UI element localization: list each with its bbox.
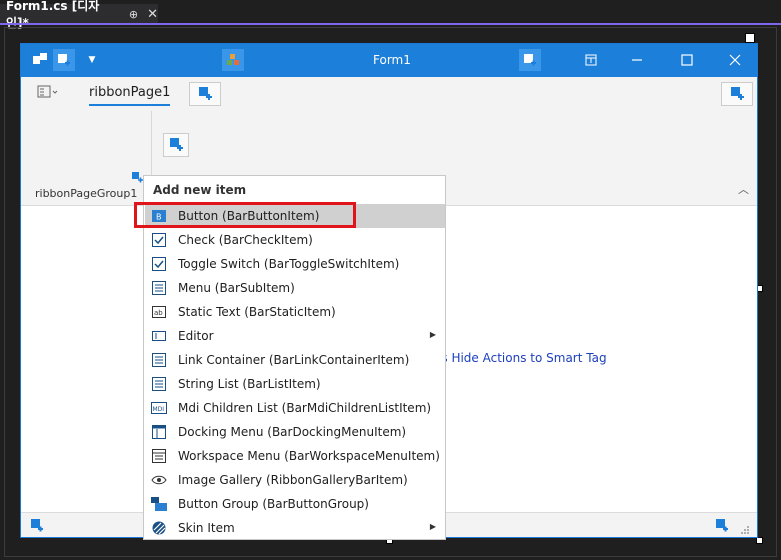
minimize-icon[interactable] xyxy=(626,49,648,71)
menu-item-menu[interactable]: Menu (BarSubItem) xyxy=(145,276,445,300)
menu-item-skin-item[interactable]: Skin Item ▶ xyxy=(145,516,445,540)
menu-item-label: Check (BarCheckItem) xyxy=(178,233,313,247)
menu-item-string-list[interactable]: String List (BarListItem) xyxy=(145,372,445,396)
menu-item-label: Image Gallery (RibbonGalleryBarItem) xyxy=(178,473,408,487)
docking-menu-icon xyxy=(151,424,167,440)
tab-ribbon-page1[interactable]: ribbonPage1 xyxy=(89,85,170,100)
menu-item-label: Static Text (BarStaticItem) xyxy=(178,305,336,319)
menu-item-label: Toggle Switch (BarToggleSwitchItem) xyxy=(178,257,400,271)
menu-item-check[interactable]: Check (BarCheckItem) xyxy=(145,228,445,252)
size-grip-icon[interactable] xyxy=(740,520,750,534)
menu-item-editor[interactable]: Editor ▶ xyxy=(145,324,445,348)
status-add-item-icon[interactable] xyxy=(30,517,44,532)
submenu-arrow-icon: ▶ xyxy=(429,522,436,531)
menu-item-label: Menu (BarSubItem) xyxy=(178,281,295,295)
resize-grip-corner[interactable] xyxy=(756,537,763,544)
active-tab-underline xyxy=(89,104,170,106)
menu-item-label: Button Group (BarButtonGroup) xyxy=(178,497,369,511)
menu-header: Add new item xyxy=(153,183,247,197)
toggle-icon xyxy=(151,256,167,272)
smart-tag-hint[interactable]: es Hide Actions to Smart Tag xyxy=(434,351,607,365)
document-tab[interactable]: Form1.cs [디자인]* ⊕ ✕ xyxy=(0,0,158,30)
close-tab-icon[interactable]: ✕ xyxy=(147,7,158,22)
status-add-right-item-icon[interactable] xyxy=(715,517,729,532)
menu-item-mdi-children-list[interactable]: MDI Mdi Children List (BarMdiChildrenLis… xyxy=(145,396,445,420)
menu-item-label: Skin Item xyxy=(178,521,235,535)
menu-item-label: Workspace Menu (BarWorkspaceMenuItem) xyxy=(178,449,440,463)
string-list-icon xyxy=(151,376,167,392)
menu-item-label: Editor xyxy=(178,329,214,343)
svg-text:MDI: MDI xyxy=(153,406,165,413)
menu-item-label: Link Container (BarLinkContainerItem) xyxy=(178,353,410,367)
pin-icon[interactable]: ⊕ xyxy=(129,8,138,21)
restore-layout-icon[interactable] xyxy=(580,49,602,71)
menu-item-button-group[interactable]: Button Group (BarButtonGroup) xyxy=(145,492,445,516)
add-new-item-menu: Add new item B Button (BarButtonItem) Ch… xyxy=(143,175,446,540)
svg-text:ab: ab xyxy=(154,309,163,317)
editor-icon xyxy=(151,328,167,344)
qat-dropdown-icon[interactable]: ▼ xyxy=(81,49,103,71)
menu-item-label: Mdi Children List (BarMdiChildrenListIte… xyxy=(178,401,432,415)
ribbon-menu-icon[interactable] xyxy=(37,84,58,104)
menu-item-image-gallery[interactable]: Image Gallery (RibbonGalleryBarItem) xyxy=(145,468,445,492)
close-window-icon[interactable] xyxy=(724,49,746,71)
tab-accent-line xyxy=(0,23,781,25)
skin-palette-icon[interactable] xyxy=(222,49,244,71)
menu-item-workspace-menu[interactable]: Workspace Menu (BarWorkspaceMenuItem) xyxy=(145,444,445,468)
skin-icon xyxy=(151,520,167,536)
form-title: Form1 xyxy=(373,53,411,67)
menu-icon xyxy=(151,280,167,296)
highlight-annotation-box xyxy=(134,202,356,228)
button-group-icon xyxy=(151,496,167,512)
menu-item-docking-menu[interactable]: Docking Menu (BarDockingMenuItem) xyxy=(145,420,445,444)
add-page-button[interactable] xyxy=(189,82,221,106)
menu-item-label: Docking Menu (BarDockingMenuItem) xyxy=(178,425,407,439)
add-caption-item-icon[interactable] xyxy=(519,49,541,71)
menu-item-link-container[interactable]: Link Container (BarLinkContainerItem) xyxy=(145,348,445,372)
submenu-arrow-icon: ▶ xyxy=(429,330,436,339)
add-item-qat-icon[interactable] xyxy=(53,49,75,71)
maximize-icon[interactable] xyxy=(676,49,698,71)
app-menu-icon[interactable] xyxy=(29,49,51,71)
ribbon-group-label: ribbonPageGroup1 xyxy=(35,187,138,200)
workspace-menu-icon xyxy=(151,448,167,464)
menu-item-toggle-switch[interactable]: Toggle Switch (BarToggleSwitchItem) xyxy=(145,252,445,276)
add-page-header-item-button[interactable] xyxy=(721,82,753,106)
form-titlebar: ▼ Form1 xyxy=(21,44,757,77)
mdi-icon: MDI xyxy=(151,400,167,416)
collapse-ribbon-icon[interactable]: ︿ xyxy=(738,181,749,197)
add-group-button[interactable] xyxy=(163,133,189,157)
menu-item-static-text[interactable]: ab Static Text (BarStaticItem) xyxy=(145,300,445,324)
eye-icon xyxy=(151,472,167,488)
link-container-icon xyxy=(151,352,167,368)
add-group-item-icon[interactable] xyxy=(131,168,143,183)
menu-item-label: String List (BarListItem) xyxy=(178,377,321,391)
static-text-icon: ab xyxy=(151,304,167,320)
check-icon xyxy=(151,232,167,248)
smart-tag-glyph[interactable] xyxy=(745,33,755,43)
